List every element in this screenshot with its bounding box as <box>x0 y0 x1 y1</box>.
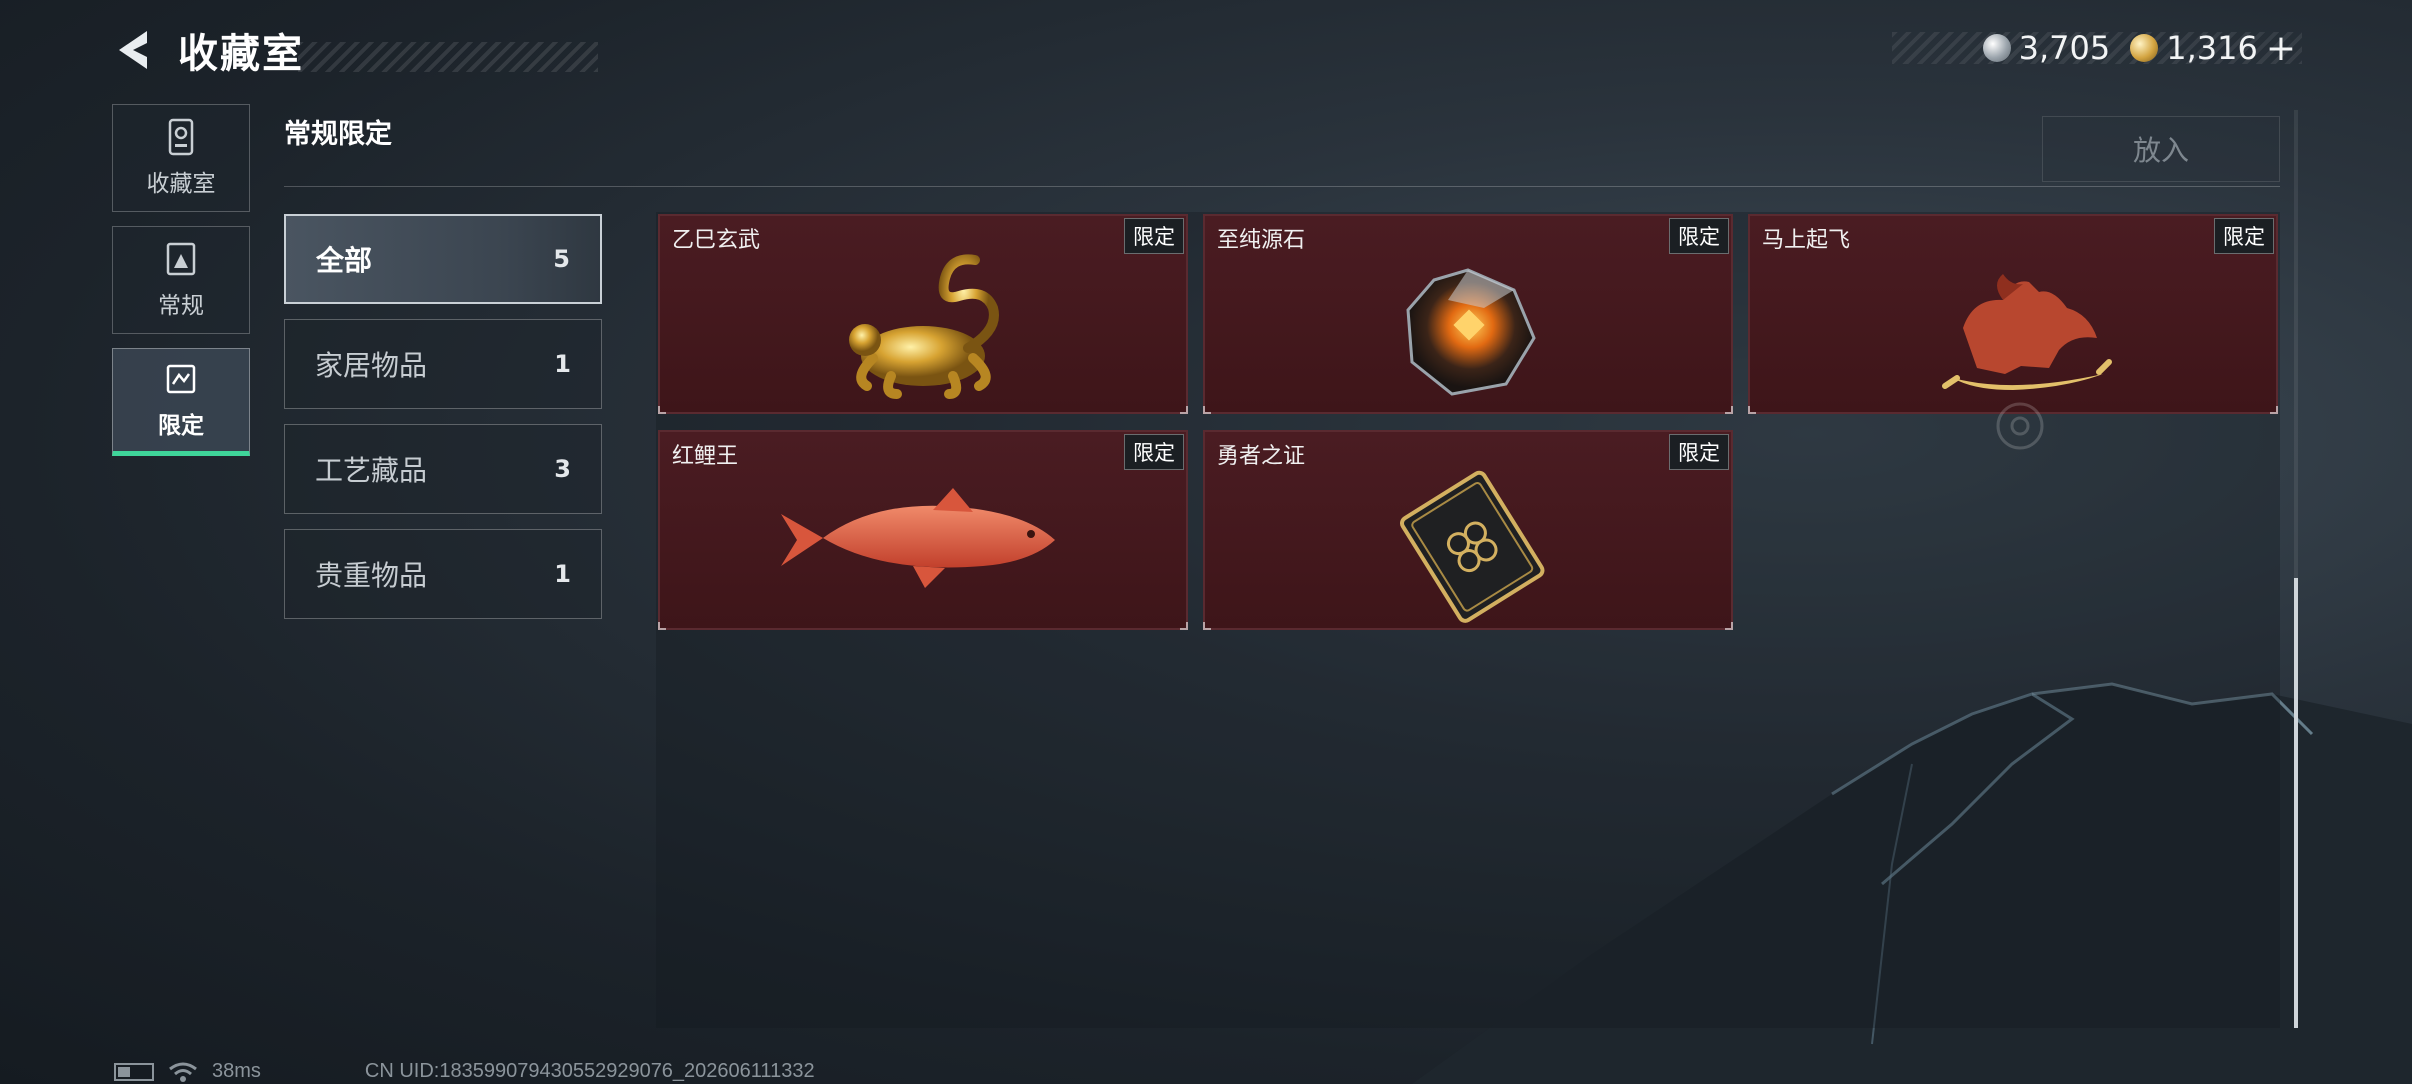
latency-text: 38ms <box>212 1060 261 1082</box>
header: 收藏室 <box>110 22 598 78</box>
item-card[interactable]: 至纯源石 限定 <box>1203 214 1733 414</box>
limited-icon <box>166 364 196 394</box>
item-grid: 乙巳玄武 限定 至纯源石 限定 马上起飞 限定 红鲤王 限定 勇者之证 限定 <box>656 212 2280 1028</box>
card-corner <box>1180 406 1188 414</box>
uid-text: CN UID:1835990794305529​29076_2026061113… <box>364 1060 815 1082</box>
card-corner <box>1748 406 1756 414</box>
add-currency-button[interactable]: + <box>2266 28 2296 69</box>
nav-item-label: 限定 <box>158 413 204 439</box>
item-name: 红鲤王 <box>672 444 739 469</box>
currency-bar: 3,705 1,316 + <box>1892 28 2312 69</box>
limited-badge: 限定 <box>1669 218 1729 254</box>
card-corner <box>658 622 666 630</box>
limited-badge: 限定 <box>1669 434 1729 470</box>
nav-item-label: 收藏室 <box>146 171 216 197</box>
category-count: 1 <box>554 560 571 588</box>
category-craft[interactable]: 工艺藏品 3 <box>284 424 602 514</box>
category-count: 5 <box>553 245 570 273</box>
nav-item-limited[interactable]: 限定 <box>112 348 250 456</box>
red-carp-icon <box>781 488 1055 588</box>
item-name: 乙巳玄武 <box>672 228 761 253</box>
golden-serpent-tortoise-icon <box>849 254 999 399</box>
category-label: 工艺藏品 <box>315 454 428 487</box>
collection-icon <box>168 118 194 156</box>
item-name: 至纯源石 <box>1217 228 1306 253</box>
nav-item-label: 常规 <box>158 293 204 319</box>
limited-badge: 限定 <box>1124 434 1184 470</box>
section-title: 常规限定 <box>284 119 392 150</box>
red-horse-statue-icon <box>1942 274 2112 390</box>
back-button[interactable] <box>110 25 156 75</box>
card-corner <box>1180 622 1188 630</box>
category-count: 3 <box>554 455 571 483</box>
target-ring-icon <box>1996 402 2044 450</box>
faceted-gem-icon <box>1406 268 1536 396</box>
item-card[interactable]: 勇者之证 限定 <box>1203 430 1733 630</box>
section-divider <box>284 186 2280 187</box>
gold-currency-value: 1,316 <box>2166 29 2258 67</box>
status-footer: 38ms CN UID:1835990794305529​29076_20260… <box>114 1060 815 1083</box>
silver-currency: 3,705 <box>1982 29 2111 67</box>
category-label: 全部 <box>316 244 373 277</box>
title-stripes <box>298 42 598 72</box>
item-card[interactable]: 马上起飞 限定 <box>1748 214 2278 414</box>
card-corner <box>2270 406 2278 414</box>
category-count: 1 <box>554 350 571 378</box>
category-list: 全部 5 家居物品 1 工艺藏品 3 贵重物品 1 <box>284 214 602 634</box>
item-name: 马上起飞 <box>1762 228 1851 253</box>
limited-badge: 限定 <box>2214 218 2274 254</box>
item-card[interactable]: 红鲤王 限定 <box>658 430 1188 630</box>
gold-currency: 1,316 + <box>2130 28 2296 69</box>
category-label: 贵重物品 <box>315 559 428 592</box>
gold-coin-icon <box>2130 34 2159 62</box>
card-corner <box>658 406 666 414</box>
scrollbar-thumb[interactable] <box>2294 578 2298 1028</box>
battery-icon <box>114 1062 154 1081</box>
card-corner <box>1203 406 1211 414</box>
put-in-button[interactable]: 放入 <box>2042 116 2280 182</box>
card-corner <box>1725 622 1733 630</box>
ornate-card-icon <box>1400 470 1545 623</box>
silver-currency-value: 3,705 <box>2018 29 2111 67</box>
category-all[interactable]: 全部 5 <box>284 214 602 304</box>
scrollbar[interactable] <box>2294 110 2298 1028</box>
nav-item-collection[interactable]: 收藏室 <box>112 104 250 212</box>
card-corner <box>1203 622 1211 630</box>
regular-icon <box>166 242 196 276</box>
silver-coin-icon <box>1982 34 2011 62</box>
page-title: 收藏室 <box>178 31 304 77</box>
category-label: 家居物品 <box>315 349 428 382</box>
limited-badge: 限定 <box>1124 218 1184 254</box>
left-nav: 收藏室 常规 限定 <box>112 104 250 470</box>
nav-item-regular[interactable]: 常规 <box>112 226 250 334</box>
card-corner <box>1725 406 1733 414</box>
back-arrow-icon <box>119 31 147 69</box>
wifi-icon <box>169 1062 197 1082</box>
item-card[interactable]: 乙巳玄武 限定 <box>658 214 1188 414</box>
category-home[interactable]: 家居物品 1 <box>284 319 602 409</box>
category-valuables[interactable]: 贵重物品 1 <box>284 529 602 619</box>
item-name: 勇者之证 <box>1217 444 1306 469</box>
